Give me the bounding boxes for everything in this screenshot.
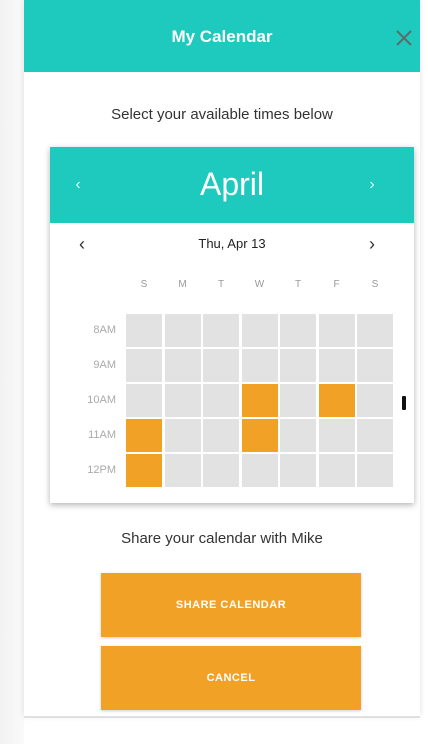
time-slot-label: 9AM: [93, 359, 116, 371]
close-icon[interactable]: [392, 26, 416, 50]
bottom-divider: [24, 716, 420, 718]
instructions-text: Select your available times below: [111, 106, 333, 123]
time-cell-selected[interactable]: [241, 384, 278, 417]
month-label: April: [199, 166, 264, 202]
background-strip: [0, 0, 24, 744]
time-cell[interactable]: [280, 454, 316, 487]
day-of-week-label: S: [140, 279, 148, 290]
time-cell[interactable]: [280, 384, 316, 417]
time-cell[interactable]: [164, 314, 201, 347]
share-text: Share your calendar with Mike: [121, 530, 323, 547]
time-cell[interactable]: [357, 419, 393, 452]
time-cell[interactable]: [241, 349, 278, 382]
time-cell[interactable]: [357, 349, 393, 382]
time-cell-selected[interactable]: [318, 384, 355, 417]
time-cell[interactable]: [357, 454, 393, 487]
calendar-modal: My Calendar Select your available times …: [24, 0, 420, 716]
cancel-button[interactable]: CANCEL: [101, 646, 361, 710]
day-of-week-label: M: [178, 279, 187, 290]
time-cell[interactable]: [357, 314, 393, 347]
time-cell[interactable]: [241, 314, 278, 347]
time-cell[interactable]: [280, 349, 316, 382]
time-slot-label: 8AM: [93, 324, 116, 336]
next-month-chevron-icon[interactable]: ›: [362, 173, 382, 197]
time-cell-selected[interactable]: [126, 454, 162, 487]
time-cell[interactable]: [203, 419, 239, 452]
time-cell[interactable]: [318, 349, 355, 382]
date-navigator: ‹ Thu, Apr 13 ›: [50, 231, 414, 257]
time-cell[interactable]: [126, 349, 162, 382]
day-of-week-label: S: [371, 279, 379, 290]
time-cell[interactable]: [203, 384, 239, 417]
current-date-label: Thu, Apr 13: [198, 236, 266, 251]
time-cell[interactable]: [203, 349, 239, 382]
next-day-chevron-icon[interactable]: ›: [362, 231, 382, 257]
time-cell[interactable]: [318, 419, 355, 452]
time-cell[interactable]: [164, 349, 201, 382]
time-slot-label: 12PM: [87, 464, 116, 476]
time-slot-label: 10AM: [87, 394, 116, 406]
calendar-card: ‹ April › ‹ Thu, Apr 13 › S M T W T F S 8AM 9AM…: [50, 147, 414, 503]
time-cell[interactable]: [280, 419, 316, 452]
scrollbar-thumb[interactable]: [402, 396, 406, 410]
time-cell[interactable]: [164, 384, 201, 417]
modal-title: My Calendar: [171, 27, 273, 46]
time-cell[interactable]: [357, 384, 393, 417]
time-cell[interactable]: [318, 454, 355, 487]
time-cell[interactable]: [318, 314, 355, 347]
time-cell[interactable]: [164, 419, 201, 452]
day-of-week-label: F: [333, 279, 340, 290]
modal-header: My Calendar: [24, 0, 420, 72]
time-cell[interactable]: [126, 314, 162, 347]
month-bar: ‹ April ›: [50, 147, 414, 223]
time-cell-selected[interactable]: [126, 419, 162, 452]
day-of-week-label: W: [254, 279, 265, 290]
time-cell[interactable]: [203, 454, 239, 487]
day-of-week-label: T: [294, 279, 302, 290]
time-cell[interactable]: [164, 454, 201, 487]
day-of-week-label: T: [217, 279, 225, 290]
time-cell-selected[interactable]: [241, 419, 278, 452]
time-cell[interactable]: [280, 314, 316, 347]
time-slot-label: 11AM: [88, 429, 116, 441]
share-calendar-button[interactable]: SHARE CALENDAR: [101, 573, 361, 637]
time-cell[interactable]: [203, 314, 239, 347]
time-cell[interactable]: [126, 384, 162, 417]
time-cell[interactable]: [241, 454, 278, 487]
